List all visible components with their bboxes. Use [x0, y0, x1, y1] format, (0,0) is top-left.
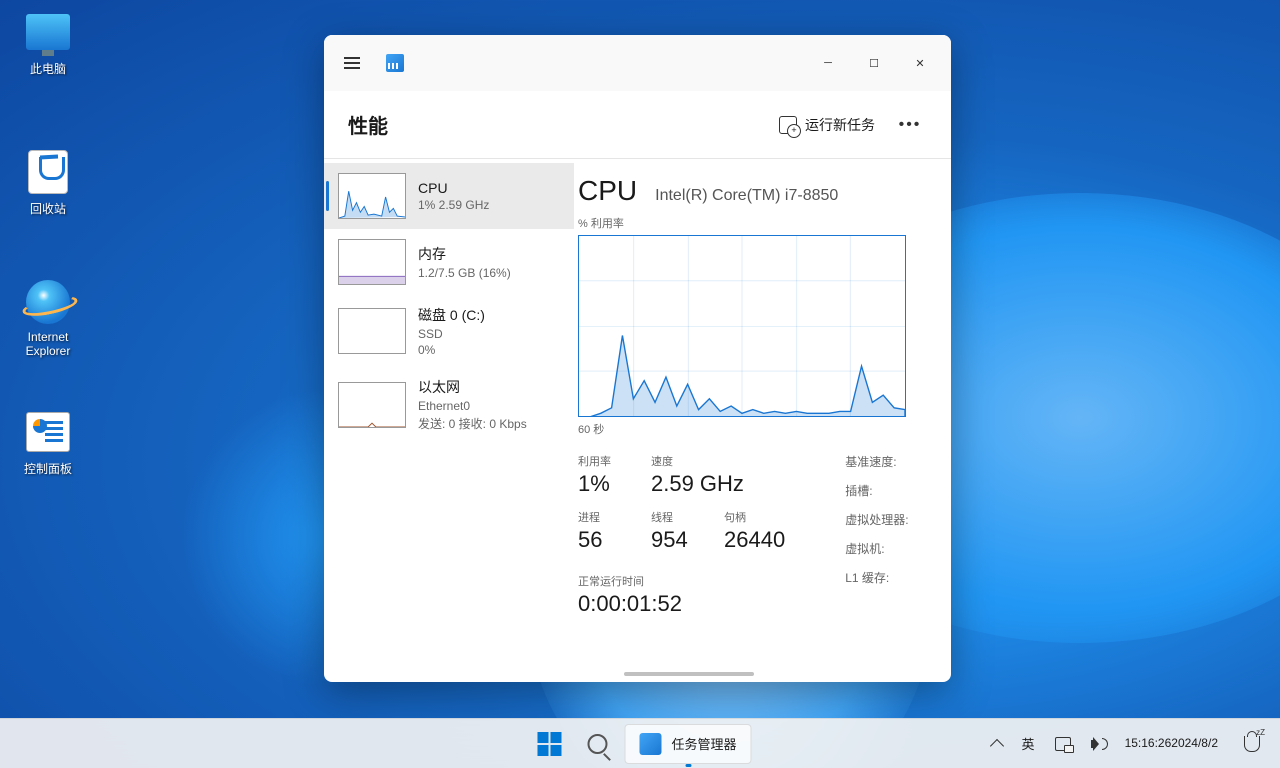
new-task-label: 运行新任务	[805, 115, 875, 135]
stats-grid: 利用率 1% 速度 2.59 GHz 进程 56	[578, 453, 951, 617]
desktop-icon-recycle-bin[interactable]: 回收站	[10, 148, 86, 217]
tray-overflow-button[interactable]	[986, 733, 1008, 755]
ie-icon	[26, 280, 70, 324]
icon-label: 回收站	[10, 200, 86, 217]
recycle-bin-icon	[28, 150, 68, 194]
taskbar: 任务管理器 英 15:16:26 2024/8/2	[0, 718, 1280, 768]
stat-utilization: 利用率 1%	[578, 453, 633, 497]
main-panel: CPU Intel(R) Core(TM) i7-8850 % 利用率 60 秒	[574, 159, 951, 682]
maximize-button[interactable]: ☐	[851, 43, 897, 83]
cpu-usage-chart	[578, 235, 906, 417]
chevron-up-icon	[989, 738, 1003, 752]
icon-label: 此电脑	[10, 60, 86, 77]
windows-logo-icon	[537, 732, 561, 756]
sidebar-item-sub2: 0%	[418, 343, 485, 357]
ime-indicator[interactable]: 英	[1016, 730, 1041, 757]
more-options-button[interactable]: •••	[893, 108, 927, 142]
sidebar-item-title: 磁盘 0 (C:)	[418, 305, 485, 325]
chart-axis-label: 60 秒	[578, 421, 951, 437]
icon-label: Internet Explorer	[10, 330, 86, 358]
volume-button[interactable]	[1085, 733, 1113, 755]
time: 15:16:26	[1125, 736, 1172, 751]
icon-label: 控制面板	[10, 460, 86, 477]
desktop-icon-control-panel[interactable]: 控制面板	[10, 408, 86, 477]
run-new-task-button[interactable]: 运行新任务	[767, 109, 887, 141]
main-heading: CPU	[578, 175, 637, 207]
sidebar-item-disk[interactable]: 磁盘 0 (C:) SSD 0%	[324, 295, 574, 367]
sidebar-item-sub: Ethernet0	[418, 399, 527, 413]
performance-sidebar: CPU 1% 2.59 GHz 内存 1.2/7.5 GB (16%) 磁盘 0…	[324, 159, 574, 682]
sidebar-item-sub: SSD	[418, 327, 485, 341]
desktop-icon-ie[interactable]: Internet Explorer	[10, 278, 86, 358]
sidebar-item-sub: 1% 2.59 GHz	[418, 198, 489, 212]
chart-label: % 利用率	[578, 215, 951, 231]
ethernet-thumb	[338, 382, 406, 428]
start-button[interactable]	[528, 723, 570, 765]
task-manager-app-icon	[386, 54, 404, 72]
date: 2024/8/2	[1171, 736, 1218, 751]
toolbar: 性能 运行新任务 •••	[324, 91, 951, 159]
horizontal-scrollbar[interactable]	[624, 672, 754, 676]
hamburger-icon[interactable]	[344, 57, 360, 69]
stat-uptime: 正常运行时间 0:00:01:52	[578, 573, 785, 617]
notification-icon	[1244, 736, 1260, 752]
close-button[interactable]: ✕	[897, 43, 943, 83]
volume-icon	[1091, 737, 1107, 751]
memory-thumb	[338, 239, 406, 285]
main-subheading: Intel(R) Core(TM) i7-8850	[655, 187, 838, 205]
sidebar-item-title: 以太网	[418, 377, 527, 397]
minimize-button[interactable]: ─	[805, 43, 851, 83]
stat-handles: 句柄 26440	[724, 509, 785, 553]
task-manager-window: ─ ☐ ✕ 性能 运行新任务 ••• CPU 1% 2.59 GHz	[324, 35, 951, 682]
stat-processes: 进程 56	[578, 509, 633, 553]
titlebar[interactable]: ─ ☐ ✕	[324, 35, 951, 91]
disk-thumb	[338, 308, 406, 354]
search-icon	[587, 734, 607, 754]
sidebar-item-ethernet[interactable]: 以太网 Ethernet0 发送: 0 接收: 0 Kbps	[324, 367, 574, 442]
taskbar-app-task-manager[interactable]: 任务管理器	[624, 724, 751, 764]
sidebar-item-title: 内存	[418, 244, 511, 264]
stat-threads: 线程 954	[651, 509, 706, 553]
system-tray: 英 15:16:26 2024/8/2	[986, 719, 1274, 768]
sidebar-item-cpu[interactable]: CPU 1% 2.59 GHz	[324, 163, 574, 229]
sidebar-item-sub: 1.2/7.5 GB (16%)	[418, 266, 511, 280]
cpu-thumb	[338, 173, 406, 219]
control-panel-icon	[26, 412, 70, 452]
monitor-icon	[26, 14, 70, 50]
desktop-icon-this-pc[interactable]: 此电脑	[10, 8, 86, 77]
notifications-button[interactable]	[1230, 732, 1274, 756]
clock[interactable]: 15:16:26 2024/8/2	[1121, 736, 1222, 751]
stats-right-col: 基准速度: 插槽: 虚拟处理器: 虚拟机: L1 缓存:	[845, 453, 908, 617]
stat-speed: 速度 2.59 GHz	[651, 453, 744, 497]
search-button[interactable]	[576, 723, 618, 765]
sidebar-item-title: CPU	[418, 180, 489, 196]
network-button[interactable]	[1049, 733, 1077, 755]
taskbar-app-label: 任务管理器	[671, 734, 736, 753]
sidebar-item-sub2: 发送: 0 接收: 0 Kbps	[418, 415, 527, 432]
sidebar-item-memory[interactable]: 内存 1.2/7.5 GB (16%)	[324, 229, 574, 295]
new-task-icon	[779, 116, 797, 134]
page-title: 性能	[348, 110, 388, 139]
network-icon	[1055, 737, 1071, 751]
task-manager-icon	[639, 733, 661, 755]
